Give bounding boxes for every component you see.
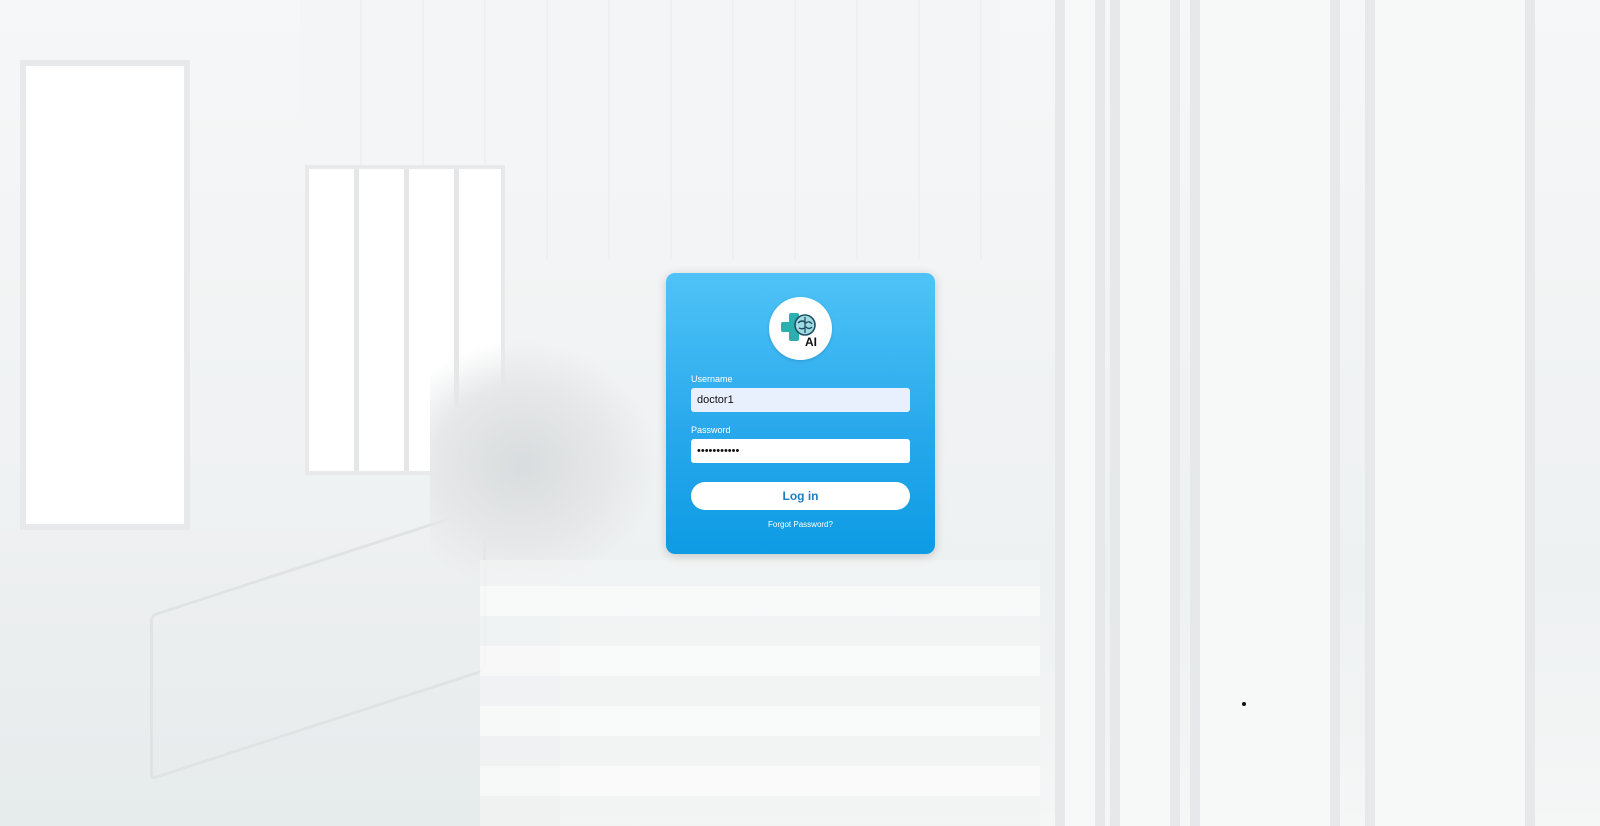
right-window-1: [1055, 0, 1105, 826]
corridor-floor: [480, 560, 1040, 826]
forgot-password-link[interactable]: Forgot Password?: [666, 520, 935, 529]
cursor-dot: [1242, 702, 1246, 706]
people-group: [430, 340, 660, 590]
login-card: AI Username Password Log in Forgot Passw…: [666, 273, 935, 554]
password-label: Password: [691, 425, 731, 435]
right-window-3: [1190, 0, 1340, 826]
username-label: Username: [691, 374, 733, 384]
left-window: [20, 60, 190, 530]
medical-cross-brain-icon: AI: [781, 313, 817, 349]
login-button[interactable]: Log in: [691, 482, 910, 510]
username-input[interactable]: [691, 388, 910, 412]
password-input[interactable]: [691, 439, 910, 463]
logo-ai-text: AI: [805, 335, 817, 349]
right-window-4: [1365, 0, 1535, 826]
right-window-2: [1110, 0, 1180, 826]
app-logo: AI: [769, 297, 832, 360]
